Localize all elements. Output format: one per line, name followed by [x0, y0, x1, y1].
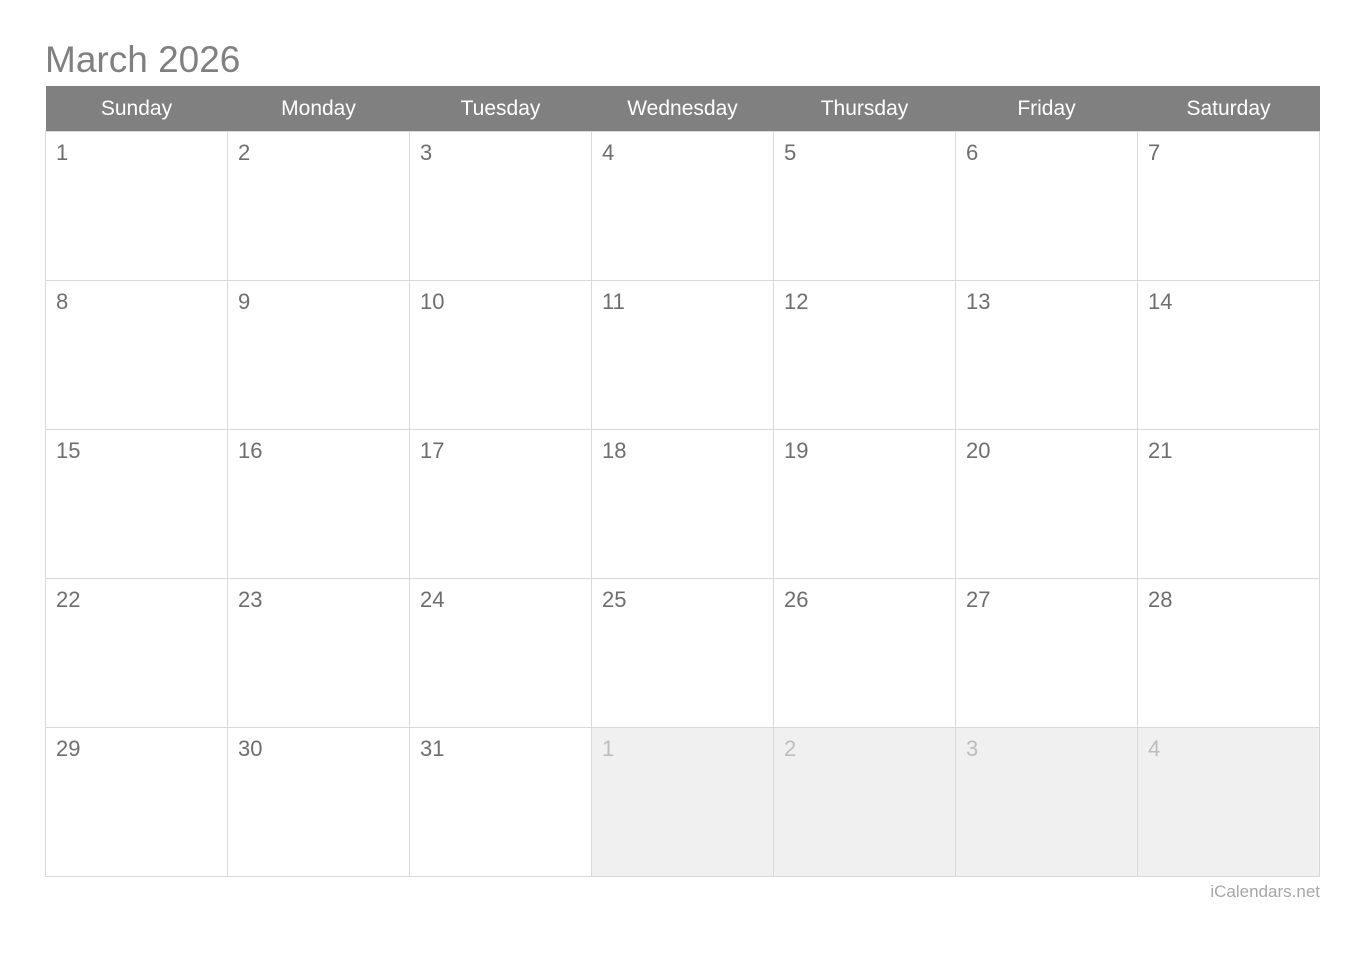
week-row: 29 30 31 1 2 3 4 — [45, 727, 1320, 877]
day-cell[interactable]: 27 — [955, 578, 1138, 728]
day-number: 2 — [238, 140, 251, 165]
day-number: 15 — [56, 438, 81, 463]
day-cell[interactable]: 21 — [1137, 429, 1320, 579]
day-number: 7 — [1148, 140, 1161, 165]
day-number: 30 — [238, 736, 263, 761]
day-number: 8 — [56, 289, 69, 314]
day-number: 25 — [602, 587, 627, 612]
day-cell[interactable]: 28 — [1137, 578, 1320, 728]
day-cell[interactable]: 9 — [227, 280, 410, 430]
day-cell[interactable]: 23 — [227, 578, 410, 728]
day-number: 16 — [238, 438, 263, 463]
day-cell[interactable]: 6 — [955, 131, 1138, 281]
weekday-header-tuesday: Tuesday — [409, 86, 592, 132]
day-number: 1 — [602, 736, 615, 761]
day-number: 18 — [602, 438, 627, 463]
day-number: 14 — [1148, 289, 1173, 314]
week-row: 22 23 24 25 26 27 28 — [45, 578, 1320, 728]
month-grid: Sunday Monday Tuesday Wednesday Thursday… — [45, 86, 1320, 877]
calendar-page: March 2026 Sunday Monday Tuesday Wednesd… — [0, 0, 1366, 965]
weekday-header-sunday: Sunday — [45, 86, 228, 132]
day-number: 4 — [602, 140, 615, 165]
day-cell[interactable]: 14 — [1137, 280, 1320, 430]
day-cell[interactable]: 5 — [773, 131, 956, 281]
day-number: 4 — [1148, 736, 1161, 761]
week-row: 8 9 10 11 12 13 14 — [45, 280, 1320, 430]
day-cell-next-month[interactable]: 4 — [1137, 727, 1320, 877]
week-rows: 1 2 3 4 5 6 7 8 9 10 11 12 13 14 15 16 1… — [45, 131, 1320, 877]
day-cell[interactable]: 22 — [45, 578, 228, 728]
day-cell[interactable]: 3 — [409, 131, 592, 281]
day-number: 11 — [602, 289, 625, 314]
day-number: 10 — [420, 289, 445, 314]
day-number: 3 — [420, 140, 433, 165]
day-number: 26 — [784, 587, 809, 612]
day-cell[interactable]: 13 — [955, 280, 1138, 430]
day-cell[interactable]: 12 — [773, 280, 956, 430]
day-number: 12 — [784, 289, 809, 314]
weekday-header-wednesday: Wednesday — [591, 86, 774, 132]
day-cell[interactable]: 17 — [409, 429, 592, 579]
day-number: 21 — [1148, 438, 1173, 463]
day-number: 9 — [238, 289, 251, 314]
day-cell[interactable]: 26 — [773, 578, 956, 728]
day-cell[interactable]: 7 — [1137, 131, 1320, 281]
weekday-header-saturday: Saturday — [1137, 86, 1320, 132]
day-cell[interactable]: 4 — [591, 131, 774, 281]
day-number: 6 — [966, 140, 979, 165]
day-number: 22 — [56, 587, 81, 612]
day-cell[interactable]: 24 — [409, 578, 592, 728]
day-number: 27 — [966, 587, 991, 612]
page-title: March 2026 — [45, 39, 241, 80]
day-cell[interactable]: 11 — [591, 280, 774, 430]
day-cell[interactable]: 19 — [773, 429, 956, 579]
day-cell[interactable]: 31 — [409, 727, 592, 877]
day-number: 29 — [56, 736, 81, 761]
weekday-header-row: Sunday Monday Tuesday Wednesday Thursday… — [45, 86, 1320, 132]
day-number: 24 — [420, 587, 445, 612]
day-number: 2 — [784, 736, 797, 761]
day-cell-next-month[interactable]: 1 — [591, 727, 774, 877]
day-number: 20 — [966, 438, 991, 463]
day-cell-next-month[interactable]: 3 — [955, 727, 1138, 877]
day-cell[interactable]: 30 — [227, 727, 410, 877]
weekday-header-thursday: Thursday — [773, 86, 956, 132]
day-cell[interactable]: 10 — [409, 280, 592, 430]
weekday-header-monday: Monday — [227, 86, 410, 132]
day-number: 31 — [420, 736, 445, 761]
week-row: 15 16 17 18 19 20 21 — [45, 429, 1320, 579]
day-cell[interactable]: 25 — [591, 578, 774, 728]
day-number: 28 — [1148, 587, 1173, 612]
day-cell[interactable]: 2 — [227, 131, 410, 281]
day-number: 17 — [420, 438, 445, 463]
day-number: 5 — [784, 140, 797, 165]
day-cell-next-month[interactable]: 2 — [773, 727, 956, 877]
day-cell[interactable]: 1 — [45, 131, 228, 281]
day-number: 23 — [238, 587, 263, 612]
day-cell[interactable]: 29 — [45, 727, 228, 877]
weekday-header-friday: Friday — [955, 86, 1138, 132]
day-number: 19 — [784, 438, 809, 463]
day-cell[interactable]: 16 — [227, 429, 410, 579]
day-number: 3 — [966, 736, 979, 761]
day-number: 13 — [966, 289, 991, 314]
day-cell[interactable]: 8 — [45, 280, 228, 430]
watermark: iCalendars.net — [1210, 882, 1320, 901]
day-number: 1 — [56, 140, 69, 165]
week-row: 1 2 3 4 5 6 7 — [45, 131, 1320, 281]
day-cell[interactable]: 15 — [45, 429, 228, 579]
day-cell[interactable]: 18 — [591, 429, 774, 579]
day-cell[interactable]: 20 — [955, 429, 1138, 579]
